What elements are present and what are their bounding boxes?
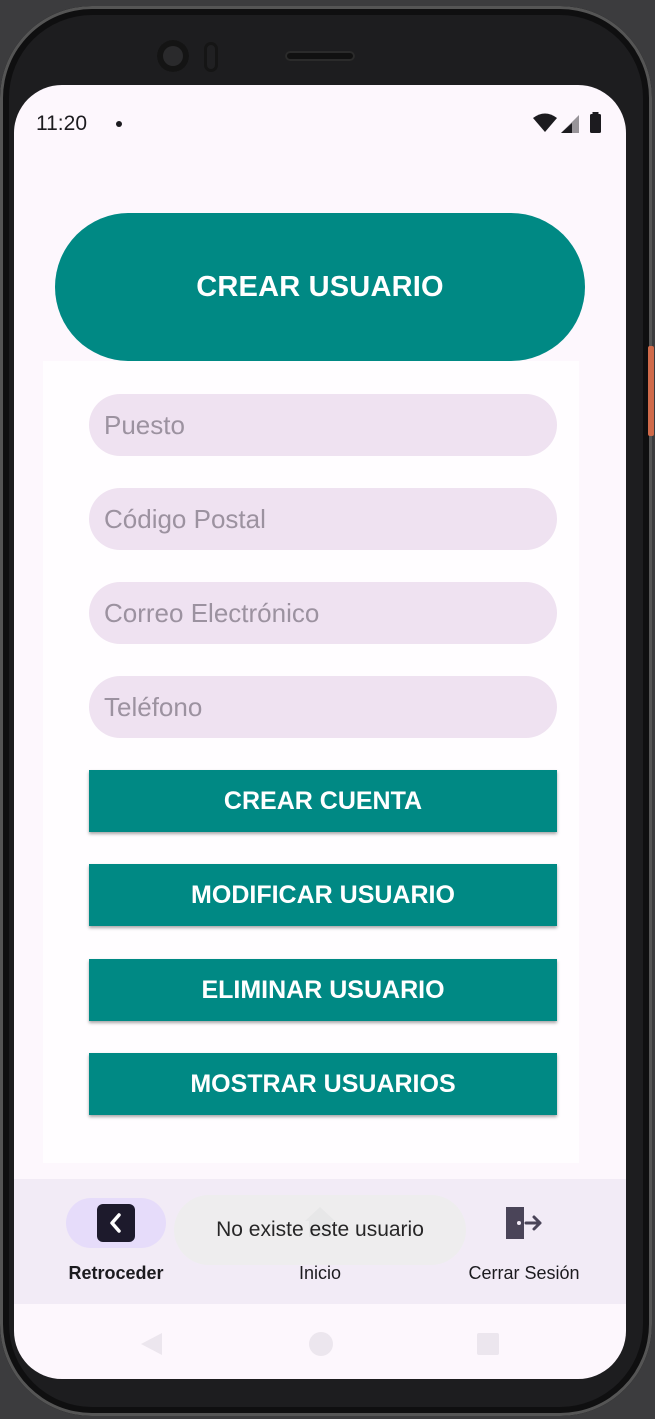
battery-icon [590, 114, 601, 133]
back-chevron-icon [97, 1204, 135, 1242]
front-camera [157, 40, 189, 72]
codigo-postal-input[interactable]: Código Postal [89, 488, 557, 550]
puesto-input[interactable]: Puesto [89, 394, 557, 456]
status-time: 11:20 [36, 112, 87, 135]
power-button [648, 346, 654, 436]
mostrar-usuarios-button[interactable]: MOSTRAR USUARIOS [89, 1053, 557, 1115]
nav-label-cerrar-sesion: Cerrar Sesión [468, 1263, 580, 1283]
toast-message: No existe este usuario [174, 1195, 466, 1265]
nav-label-retroceder: Retroceder [68, 1263, 164, 1283]
notification-dot-icon [116, 121, 122, 127]
logout-icon [506, 1207, 542, 1239]
crear-cuenta-button[interactable]: CREAR CUENTA [89, 770, 557, 832]
correo-electronico-input[interactable]: Correo Electrónico [89, 582, 557, 644]
user-form: Puesto Código Postal Correo Electrónico … [43, 361, 579, 1163]
crear-usuario-header-button[interactable]: CREAR USUARIO [55, 213, 585, 361]
nav-label-inicio: Inicio [298, 1263, 342, 1283]
modificar-usuario-button[interactable]: MODIFICAR USUARIO [89, 864, 557, 926]
earpiece-speaker [285, 51, 355, 61]
telefono-input[interactable]: Teléfono [89, 676, 557, 738]
status-icons [533, 112, 601, 133]
system-recents-icon[interactable] [476, 1332, 500, 1356]
system-home-icon[interactable] [308, 1331, 334, 1357]
wifi-icon [533, 113, 557, 132]
status-bar: 11:20 [14, 85, 626, 163]
eliminar-usuario-button[interactable]: ELIMINAR USUARIO [89, 959, 557, 1021]
proximity-sensor [204, 42, 218, 72]
system-navigation-bar [14, 1304, 626, 1379]
system-back-icon[interactable] [138, 1331, 164, 1357]
screen: 11:20 CREAR USUARIO Puesto Código Postal… [14, 85, 626, 1379]
